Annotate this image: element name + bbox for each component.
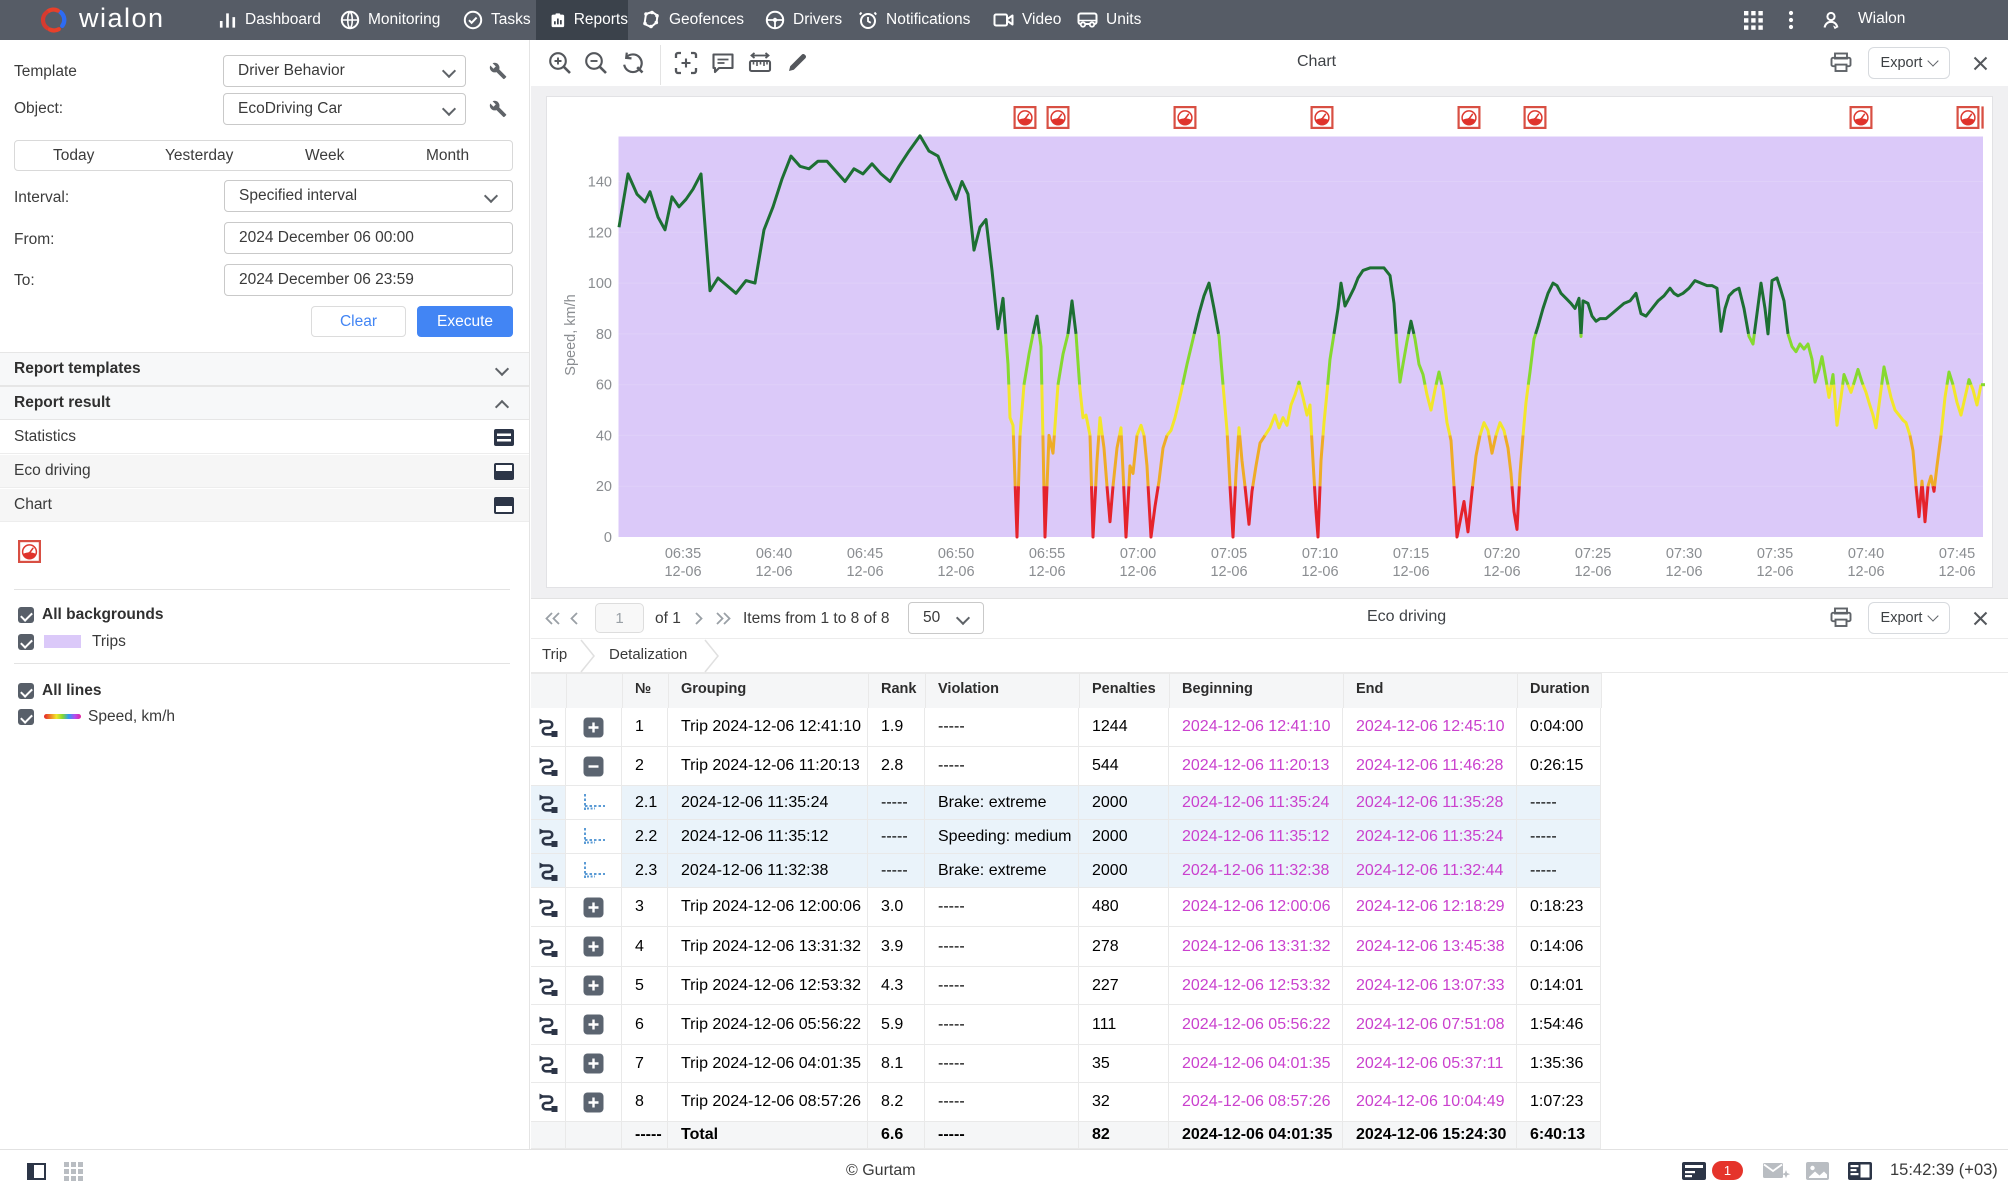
svg-text:07:00: 07:00: [1120, 546, 1156, 562]
svg-text:12-06: 12-06: [937, 564, 974, 580]
svg-text:06:50: 06:50: [938, 546, 974, 562]
svg-text:07:25: 07:25: [1575, 546, 1611, 562]
svg-text:12-06: 12-06: [1119, 564, 1156, 580]
svg-text:40: 40: [596, 428, 612, 444]
svg-text:12-06: 12-06: [755, 564, 792, 580]
svg-text:20: 20: [596, 479, 612, 495]
svg-text:80: 80: [596, 327, 612, 343]
svg-text:100: 100: [588, 276, 612, 292]
svg-text:12-06: 12-06: [1938, 564, 1975, 580]
svg-text:12-06: 12-06: [1574, 564, 1611, 580]
svg-text:60: 60: [596, 378, 612, 394]
svg-text:140: 140: [588, 175, 612, 191]
svg-text:07:40: 07:40: [1848, 546, 1884, 562]
svg-text:07:20: 07:20: [1484, 546, 1520, 562]
svg-text:06:35: 06:35: [665, 546, 701, 562]
svg-text:07:05: 07:05: [1211, 546, 1247, 562]
svg-text:120: 120: [588, 225, 612, 241]
svg-text:12-06: 12-06: [1483, 564, 1520, 580]
svg-text:06:40: 06:40: [756, 546, 792, 562]
svg-text:12-06: 12-06: [1301, 564, 1338, 580]
svg-text:12-06: 12-06: [1756, 564, 1793, 580]
svg-text:12-06: 12-06: [1847, 564, 1884, 580]
svg-text:12-06: 12-06: [1210, 564, 1247, 580]
svg-text:12-06: 12-06: [846, 564, 883, 580]
svg-text:06:45: 06:45: [847, 546, 883, 562]
svg-text:07:10: 07:10: [1302, 546, 1338, 562]
svg-text:07:15: 07:15: [1393, 546, 1429, 562]
svg-text:06:55: 06:55: [1029, 546, 1065, 562]
svg-text:07:30: 07:30: [1666, 546, 1702, 562]
svg-text:12-06: 12-06: [1392, 564, 1429, 580]
svg-text:12-06: 12-06: [1028, 564, 1065, 580]
svg-text:12-06: 12-06: [664, 564, 701, 580]
svg-text:Speed, km/h: Speed, km/h: [563, 294, 579, 375]
svg-text:12-06: 12-06: [1665, 564, 1702, 580]
svg-text:07:35: 07:35: [1757, 546, 1793, 562]
svg-text:07:45: 07:45: [1939, 546, 1975, 562]
svg-text:0: 0: [604, 530, 612, 546]
